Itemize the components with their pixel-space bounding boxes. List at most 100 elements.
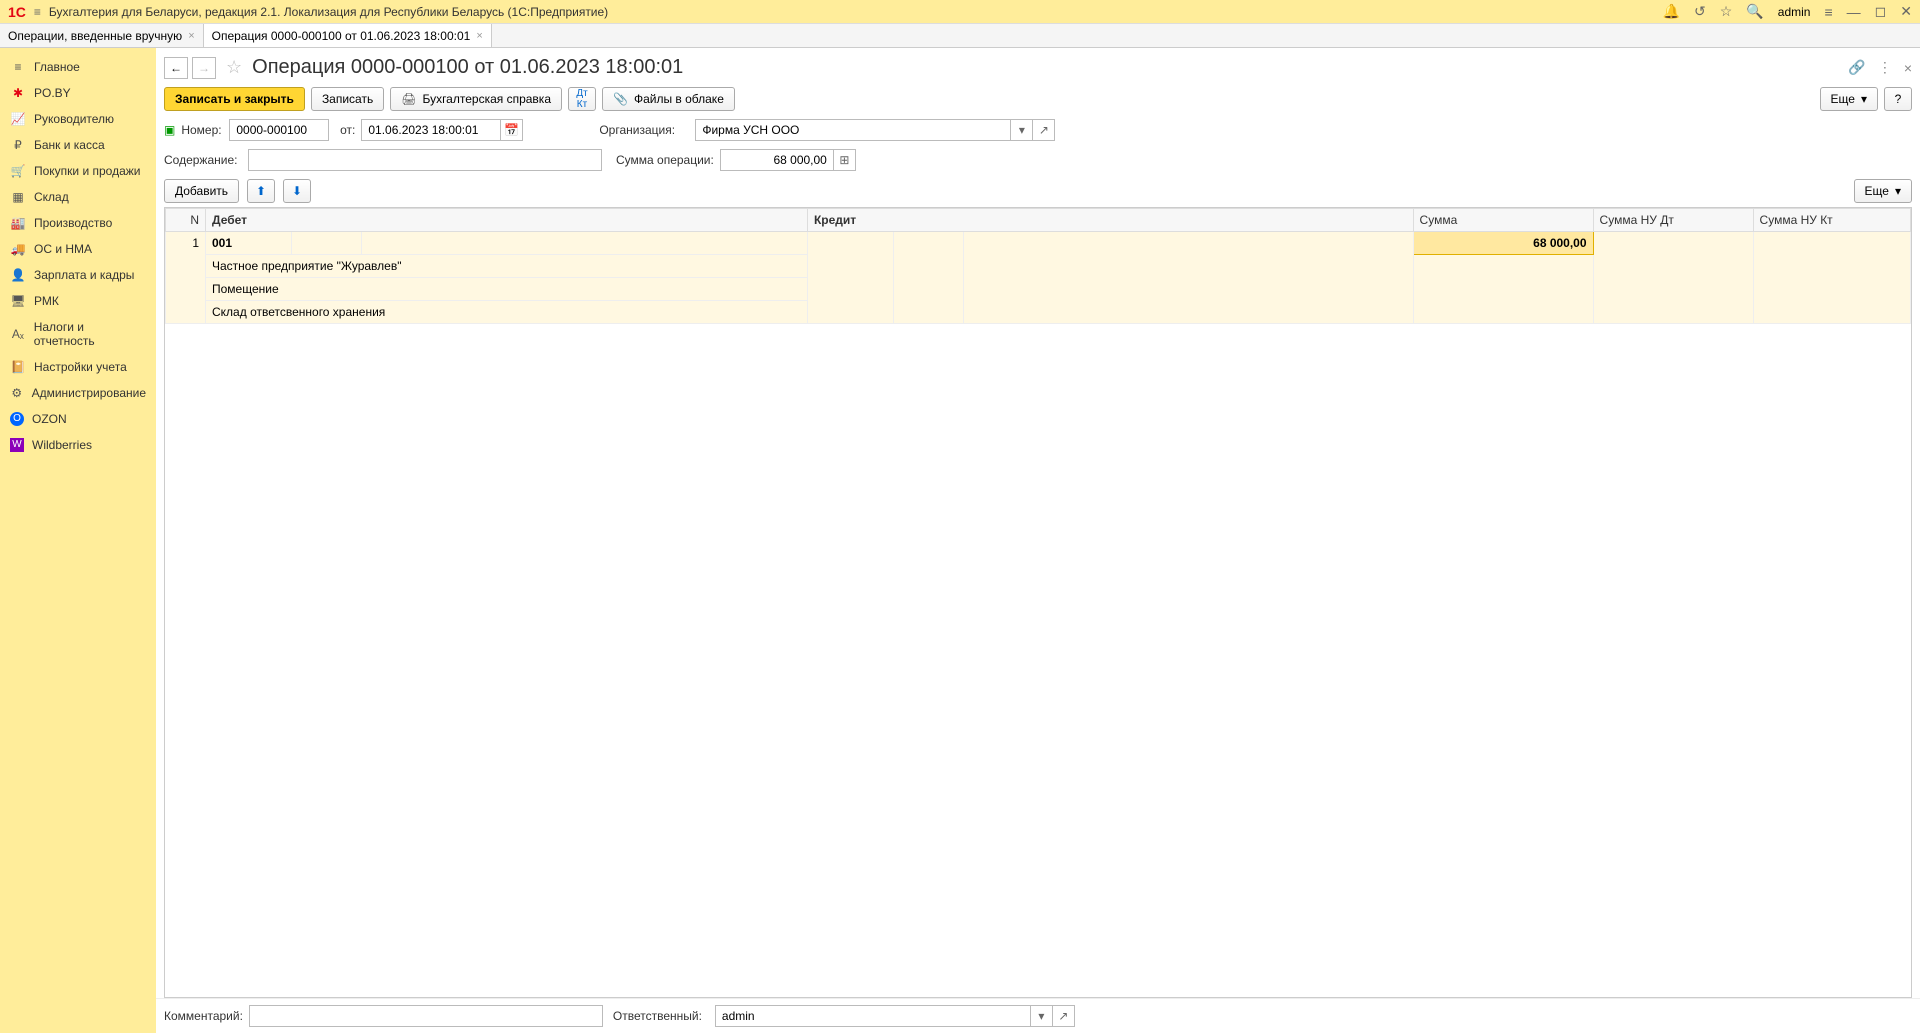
button-label: Бухгалтерская справка xyxy=(422,92,551,106)
sidebar-item-ozon[interactable]: OOZON xyxy=(0,406,156,432)
sidebar-item-assets[interactable]: 🚚ОС и НМА xyxy=(0,236,156,262)
history-icon[interactable]: ↺ xyxy=(1694,3,1706,20)
col-sum[interactable]: Сумма xyxy=(1413,209,1593,232)
star-icon[interactable]: ☆ xyxy=(1720,3,1733,20)
nav-back-button[interactable]: ← xyxy=(164,57,188,79)
sidebar: ≡Главное ✱PO.BY 📈Руководителю ₽Банк и ка… xyxy=(0,48,156,1033)
sidebar-item-wildberries[interactable]: WWildberries xyxy=(0,432,156,458)
resp-input[interactable] xyxy=(715,1005,1031,1027)
accounting-note-button[interactable]: 🖨Бухгалтерская справка xyxy=(390,87,562,111)
settings-icon[interactable]: ≡ xyxy=(1824,4,1832,20)
close-icon[interactable]: ✕ xyxy=(1900,3,1912,20)
col-debit[interactable]: Дебет xyxy=(206,209,808,232)
cell-debit-account[interactable]: 001 xyxy=(206,232,292,255)
entries-table[interactable]: N Дебет Кредит Сумма Сумма НУ Дт Сумма Н… xyxy=(164,207,1912,998)
calendar-icon[interactable]: 📅 xyxy=(501,119,523,141)
calculator-icon[interactable]: ⊞ xyxy=(834,149,856,171)
files-cloud-button[interactable]: 📎 Файлы в облаке xyxy=(602,87,735,111)
dropdown-icon[interactable]: ▾ xyxy=(1031,1005,1053,1027)
cell-credit-account[interactable] xyxy=(807,232,893,324)
number-input[interactable] xyxy=(229,119,329,141)
date-input[interactable] xyxy=(361,119,501,141)
sidebar-item-production[interactable]: 🏭Производство xyxy=(0,210,156,236)
table-toolbar: Добавить ⬆ ⬇ Еще ▾ xyxy=(156,175,1920,207)
tab-close-icon[interactable]: × xyxy=(188,30,194,42)
favorite-star-icon[interactable]: ☆ xyxy=(226,57,242,78)
cell-subconto2[interactable]: Помещение xyxy=(206,278,808,301)
gear-icon: ⚙ xyxy=(10,386,24,400)
open-icon[interactable]: ↗ xyxy=(1033,119,1055,141)
hamburger-icon[interactable]: ≡ xyxy=(34,5,41,19)
cell-debit-b2[interactable] xyxy=(292,232,362,255)
col-credit[interactable]: Кредит xyxy=(807,209,1413,232)
dropdown-icon[interactable]: ▾ xyxy=(1011,119,1033,141)
col-n[interactable]: N xyxy=(166,209,206,232)
cell-nu-dt[interactable] xyxy=(1593,232,1753,324)
button-label: Файлы в облаке xyxy=(634,92,724,106)
attachment-icon: 📎 xyxy=(613,92,628,106)
close-page-icon[interactable]: × xyxy=(1904,60,1912,76)
col-nu-kt[interactable]: Сумма НУ Кт xyxy=(1753,209,1910,232)
sidebar-label: Покупки и продажи xyxy=(34,164,141,178)
link-icon[interactable]: 🔗 xyxy=(1848,59,1865,76)
sidebar-item-taxes[interactable]: AₓНалоги и отчетность xyxy=(0,314,156,354)
sidebar-item-accounting-settings[interactable]: 📔Настройки учета xyxy=(0,354,156,380)
sidebar-item-administration[interactable]: ⚙ Администрирование xyxy=(0,380,156,406)
table-header-row: N Дебет Кредит Сумма Сумма НУ Дт Сумма Н… xyxy=(166,209,1911,232)
cell-credit-b3[interactable] xyxy=(963,232,1413,324)
org-label: Организация: xyxy=(599,123,689,137)
sidebar-item-salary[interactable]: 👤Зарплата и кадры xyxy=(0,262,156,288)
cell-n[interactable]: 1 xyxy=(166,232,206,324)
more-button[interactable]: Еще ▾ xyxy=(1820,87,1878,111)
form-row-content: Содержание: Сумма операции: ⊞ xyxy=(156,145,1920,175)
arrow-down-icon: ⬇ xyxy=(292,184,302,198)
list-icon: ≡ xyxy=(10,60,26,74)
table-row[interactable]: 1 001 68 000,00 xyxy=(166,232,1911,255)
cell-credit-b2[interactable] xyxy=(893,232,963,324)
nav-forward-button[interactable]: → xyxy=(192,57,216,79)
cell-subconto1[interactable]: Частное предприятие "Журавлев" xyxy=(206,255,808,278)
content-input[interactable] xyxy=(248,149,602,171)
cell-nu-kt[interactable] xyxy=(1753,232,1910,324)
tab-operations-manual[interactable]: Операции, введенные вручную × xyxy=(0,24,204,47)
sidebar-item-main[interactable]: ≡Главное xyxy=(0,54,156,80)
cell-debit-b3[interactable] xyxy=(362,232,808,255)
sidebar-item-manager[interactable]: 📈Руководителю xyxy=(0,106,156,132)
move-up-button[interactable]: ⬆ xyxy=(247,179,275,203)
sum-input[interactable] xyxy=(720,149,834,171)
sidebar-item-purchases[interactable]: 🛒 Покупки и продажи xyxy=(0,158,156,184)
table-more-button[interactable]: Еще ▾ xyxy=(1854,179,1912,203)
bell-icon[interactable]: 🔔 xyxy=(1663,3,1680,20)
doc-status-icon: ▣ xyxy=(164,123,175,137)
comment-input[interactable] xyxy=(249,1005,603,1027)
sidebar-label: Администрирование xyxy=(32,386,146,400)
tab-operation-detail[interactable]: Операция 0000-000100 от 01.06.2023 18:00… xyxy=(204,24,492,47)
move-down-button[interactable]: ⬇ xyxy=(283,179,311,203)
maximize-icon[interactable]: ◻ xyxy=(1875,3,1887,20)
dtkt-icon: ДтКт xyxy=(576,88,587,110)
sidebar-item-bank[interactable]: ₽Банк и касса xyxy=(0,132,156,158)
org-input[interactable] xyxy=(695,119,1011,141)
cell-sum-empty[interactable] xyxy=(1413,255,1593,324)
cell-subconto3[interactable]: Склад ответсвенного хранения xyxy=(206,301,808,324)
sidebar-item-poby[interactable]: ✱PO.BY xyxy=(0,80,156,106)
ruble-icon: ₽ xyxy=(10,138,26,152)
minimize-icon[interactable]: — xyxy=(1847,4,1861,20)
col-nu-dt[interactable]: Сумма НУ Дт xyxy=(1593,209,1753,232)
tab-close-icon[interactable]: × xyxy=(476,30,482,42)
sidebar-label: Руководителю xyxy=(34,112,114,126)
help-button[interactable]: ? xyxy=(1884,87,1912,111)
sidebar-item-rmk[interactable]: 🖥РМК xyxy=(0,288,156,314)
chevron-down-icon: ▾ xyxy=(1895,184,1901,198)
save-button[interactable]: Записать xyxy=(311,87,384,111)
search-icon[interactable]: 🔍 xyxy=(1746,3,1763,20)
add-row-button[interactable]: Добавить xyxy=(164,179,239,203)
dt-kt-button[interactable]: ДтКт xyxy=(568,87,596,111)
cell-sum[interactable]: 68 000,00 xyxy=(1413,232,1593,255)
more-vertical-icon[interactable]: ⋮ xyxy=(1878,59,1892,76)
user-name[interactable]: admin xyxy=(1778,5,1811,19)
open-icon[interactable]: ↗ xyxy=(1053,1005,1075,1027)
sidebar-item-warehouse[interactable]: ▦Склад xyxy=(0,184,156,210)
cart-icon: 🛒 xyxy=(10,164,26,178)
save-close-button[interactable]: Записать и закрыть xyxy=(164,87,305,111)
